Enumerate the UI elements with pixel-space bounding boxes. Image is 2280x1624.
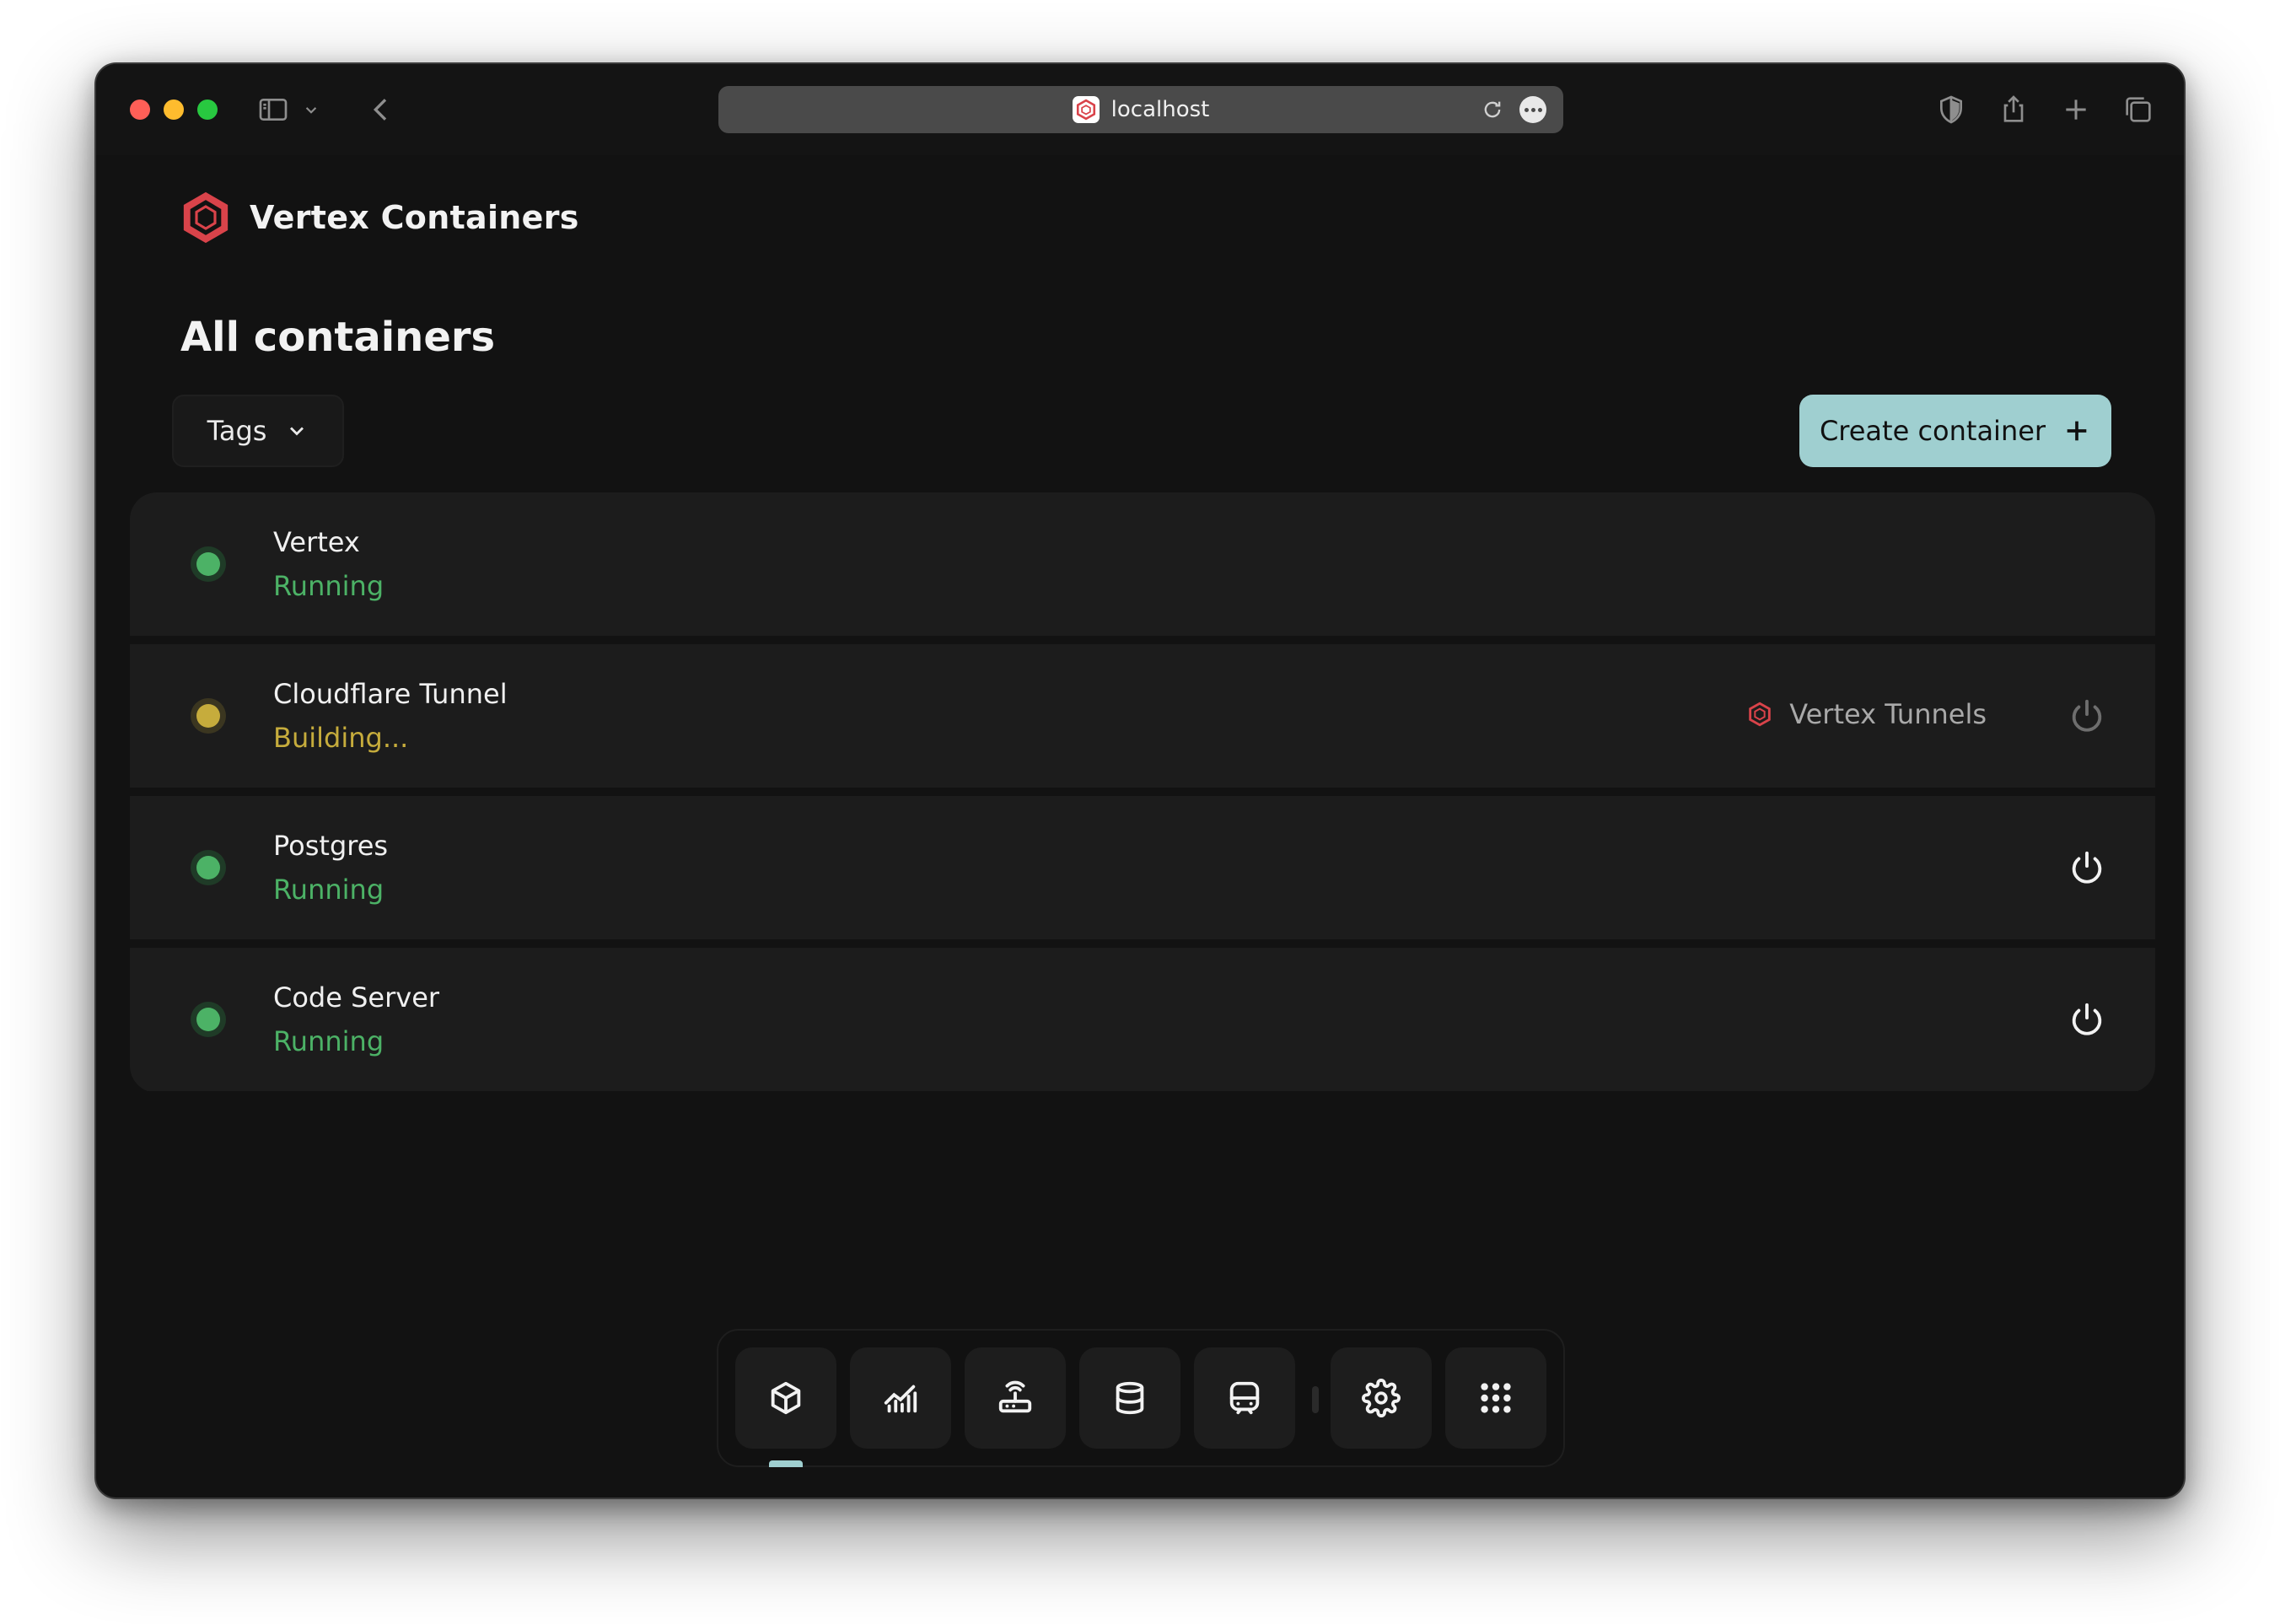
dock-item-containers[interactable] xyxy=(735,1347,836,1449)
chevron-down-icon[interactable] xyxy=(300,93,322,126)
close-window-button[interactable] xyxy=(130,99,150,120)
power-icon xyxy=(2072,699,2102,732)
container-status: Running xyxy=(273,570,384,602)
container-tag-label: Vertex Tunnels xyxy=(1789,698,1987,730)
containers-icon xyxy=(771,1381,801,1415)
more-options-icon[interactable] xyxy=(1519,96,1546,123)
url-text: localhost xyxy=(1110,97,1210,122)
container-status: Running xyxy=(273,874,384,906)
status-indicator xyxy=(191,850,226,885)
brand-name: Vertex Containers xyxy=(250,199,579,236)
dock-item-database[interactable] xyxy=(1079,1347,1180,1449)
vertex-logo-icon xyxy=(183,191,229,244)
chevron-down-icon xyxy=(290,427,304,436)
monitoring-icon xyxy=(884,1385,917,1413)
tags-filter-label: Tags xyxy=(207,415,267,447)
status-indicator xyxy=(191,546,226,582)
share-icon[interactable] xyxy=(1997,93,2030,126)
tunnel-icon xyxy=(1229,1381,1260,1415)
network-icon xyxy=(998,1380,1032,1413)
zoom-window-button[interactable] xyxy=(197,99,218,120)
container-status: Running xyxy=(273,1025,384,1057)
create-container-button[interactable]: Create container xyxy=(1799,395,2111,467)
container-row[interactable]: Vertex Running xyxy=(130,492,2155,636)
status-indicator xyxy=(191,698,226,734)
container-list: Vertex Running Cloudflare Tunnel Buildin… xyxy=(130,492,2155,1093)
apps-grid-icon xyxy=(1481,1383,1511,1413)
privacy-shield-icon[interactable] xyxy=(1934,93,1968,126)
container-name: Code Server xyxy=(273,981,440,1014)
settings-icon xyxy=(1362,1379,1401,1417)
power-icon xyxy=(2072,1003,2102,1035)
create-container-label: Create container xyxy=(1819,415,2046,447)
tab-overview-icon[interactable] xyxy=(2121,93,2155,126)
new-tab-icon[interactable] xyxy=(2059,93,2093,126)
active-indicator xyxy=(769,1460,803,1467)
database-icon xyxy=(1116,1381,1144,1415)
container-row[interactable]: Cloudflare Tunnel Building... Vertex Tun… xyxy=(130,644,2155,788)
tags-filter-button[interactable]: Tags xyxy=(172,395,344,467)
container-name: Postgres xyxy=(273,830,389,862)
power-icon xyxy=(2072,851,2102,884)
reload-icon[interactable] xyxy=(1481,98,1504,121)
address-bar[interactable]: localhost xyxy=(718,86,1563,133)
app-brand[interactable]: Vertex Containers xyxy=(179,189,579,246)
container-row[interactable]: Postgres Running xyxy=(130,796,2155,939)
dock-item-monitoring[interactable] xyxy=(850,1347,951,1449)
container-row[interactable]: Code Server Running xyxy=(130,948,2155,1091)
plus-icon xyxy=(2067,421,2087,441)
dock-separator xyxy=(1312,1386,1319,1413)
bottom-dock xyxy=(717,1329,1565,1467)
power-button[interactable] xyxy=(2068,848,2106,887)
container-status: Building... xyxy=(273,722,409,754)
browser-window: localhost Vertex Containers All containe… xyxy=(94,62,2186,1499)
dock-item-tunnels[interactable] xyxy=(1194,1347,1295,1449)
back-icon[interactable] xyxy=(364,93,398,126)
power-button[interactable] xyxy=(2068,696,2106,735)
container-name: Cloudflare Tunnel xyxy=(273,678,508,710)
dock-item-network[interactable] xyxy=(965,1347,1066,1449)
dock-item-settings[interactable] xyxy=(1331,1347,1432,1449)
page-title: All containers xyxy=(180,314,496,361)
vertex-logo-icon xyxy=(1749,702,1771,727)
power-button[interactable] xyxy=(2068,1000,2106,1039)
dock-item-apps[interactable] xyxy=(1445,1347,1546,1449)
status-indicator xyxy=(191,1002,226,1037)
site-favicon-icon xyxy=(1072,96,1100,123)
minimize-window-button[interactable] xyxy=(164,99,184,120)
sidebar-toggle-icon[interactable] xyxy=(256,93,290,126)
container-name: Vertex xyxy=(273,526,360,558)
container-tag: Vertex Tunnels xyxy=(1745,698,1987,730)
browser-toolbar: localhost xyxy=(96,64,2184,155)
